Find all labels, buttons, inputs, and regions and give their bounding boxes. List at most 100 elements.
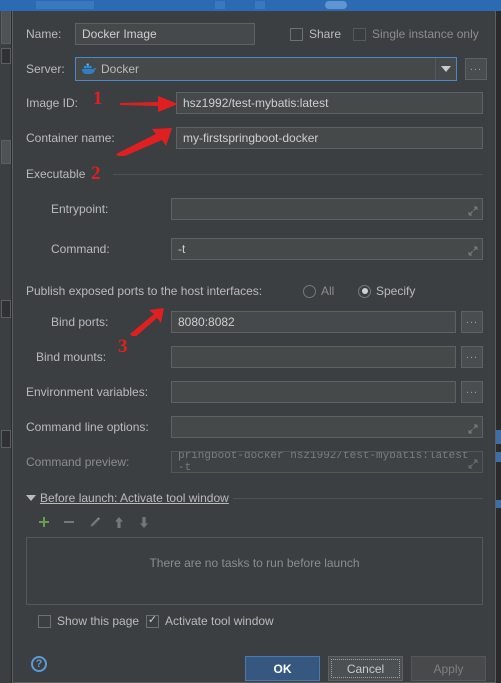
server-value: Docker (101, 62, 140, 76)
single-instance-checkbox-box (353, 27, 366, 41)
bind-mounts-input[interactable] (171, 346, 456, 368)
entrypoint-row: Entrypoint: (13, 198, 495, 220)
container-name-value: my-firstspringboot-docker (183, 131, 319, 145)
name-input[interactable]: Docker Image (75, 23, 255, 45)
command-line-options-input[interactable] (171, 416, 483, 438)
share-checkbox-box (290, 27, 303, 41)
radio-publish-all[interactable]: All (303, 284, 334, 298)
annotation-number-1: 1 (93, 88, 103, 109)
chevron-down-icon (26, 495, 36, 501)
annotation-number-2: 2 (91, 163, 101, 184)
expand-arrows-icon[interactable] (467, 245, 479, 257)
command-input[interactable]: -t (171, 238, 483, 260)
browse-button-label: ... (469, 60, 483, 73)
server-combobox[interactable]: Docker (75, 57, 457, 81)
before-launch-tasks-list[interactable]: There are no tasks to run before launch (26, 537, 483, 605)
image-id-row: Image ID: hsz1992/test-mybatis:latest (13, 92, 495, 114)
activate-tool-window-label: Activate tool window (165, 614, 274, 628)
help-icon-label: ? (35, 658, 43, 670)
container-name-input[interactable]: my-firstspringboot-docker (176, 127, 483, 149)
run-configuration-dialog: Name: Docker Image Share Single instance… (12, 11, 496, 683)
ide-left-toolbar-strip (0, 0, 12, 683)
entrypoint-input[interactable] (171, 198, 483, 220)
before-launch-header[interactable]: Before launch: Activate tool window (26, 491, 229, 505)
ide-strip-chip (1, 140, 11, 164)
command-row: Command: -t (13, 238, 495, 260)
expand-arrows-icon[interactable] (467, 423, 479, 435)
scrollbar-marker (496, 430, 501, 444)
add-task-button[interactable] (37, 515, 51, 529)
cancel-button[interactable]: Cancel (328, 656, 403, 681)
name-input-value: Docker Image (82, 27, 157, 41)
bind-mounts-browse-button[interactable]: ... (461, 346, 483, 368)
env-vars-row: Environment variables: ... (13, 381, 495, 403)
share-checkbox[interactable]: Share (290, 27, 341, 41)
activate-tool-window-checkbox[interactable]: ✓ Activate tool window (146, 614, 274, 628)
radio-publish-specify[interactable]: Specify (358, 284, 415, 298)
browse-button-label: ... (465, 348, 479, 361)
env-vars-input[interactable] (171, 381, 456, 403)
radio-all-label: All (321, 284, 335, 298)
expand-arrows-icon[interactable] (467, 458, 479, 470)
name-row: Name: Docker Image Share Single instance… (13, 23, 495, 45)
command-label: Command: (51, 242, 110, 256)
title-bar-item (325, 1, 347, 9)
env-vars-browse-button[interactable]: ... (461, 381, 483, 403)
command-preview-field: pringboot-docker hsz1992/test-mybatis:la… (171, 451, 483, 473)
container-name-label: Container name: (26, 131, 115, 145)
image-id-input[interactable]: hsz1992/test-mybatis:latest (176, 92, 483, 114)
help-button[interactable]: ? (31, 656, 47, 672)
expand-arrows-icon[interactable] (467, 205, 479, 217)
bind-ports-browse-button[interactable]: ... (461, 311, 483, 333)
ide-strip-chip (1, 300, 11, 318)
server-browse-button[interactable]: ... (465, 58, 487, 80)
apply-button[interactable]: Apply (411, 656, 486, 681)
ide-strip-chip (1, 48, 11, 64)
move-up-button (112, 515, 126, 529)
scrollbar-marker (496, 500, 501, 508)
command-preview-label: Command preview: (26, 455, 130, 469)
entrypoint-label: Entrypoint: (51, 202, 109, 216)
executable-group-label: Executable (26, 167, 86, 181)
ide-right-scrollbar-strip[interactable] (496, 0, 501, 683)
command-value: -t (178, 242, 186, 256)
bind-ports-value: 8080:8082 (178, 315, 235, 329)
show-this-page-checkbox[interactable]: Show this page (38, 614, 139, 628)
ide-strip-chip (1, 430, 11, 448)
bind-ports-input[interactable]: 8080:8082 (171, 311, 456, 333)
radio-selected-dot (361, 288, 368, 294)
before-launch-separator (233, 498, 483, 499)
bind-mounts-row: Bind mounts: ... (13, 346, 495, 368)
server-dropdown-arrow-button[interactable] (435, 58, 456, 80)
before-launch-empty-text: There are no tasks to run before launch (149, 556, 360, 570)
env-vars-label: Environment variables: (26, 385, 149, 399)
publish-ports-label: Publish exposed ports to the host interf… (26, 284, 263, 298)
single-instance-checkbox[interactable]: Single instance only (353, 27, 479, 41)
move-down-button (137, 515, 151, 529)
annotation-number-3: 3 (118, 336, 128, 357)
name-label: Name: (26, 27, 62, 41)
share-label: Share (309, 27, 342, 41)
command-preview-value: pringboot-docker hsz1992/test-mybatis:la… (178, 451, 469, 473)
before-launch-label: Before launch: Activate tool window (40, 491, 229, 505)
ok-button[interactable]: OK (245, 656, 320, 681)
show-this-page-label: Show this page (57, 614, 140, 628)
apply-button-label: Apply (433, 661, 464, 676)
container-name-row: Container name: my-firstspringboot-docke… (13, 127, 495, 149)
server-row: Server: Docker ... (13, 57, 495, 81)
browse-button-label: ... (465, 383, 479, 396)
window-title-bar (0, 0, 501, 11)
chevron-down-icon (441, 66, 451, 72)
image-id-value: hsz1992/test-mybatis:latest (183, 96, 329, 110)
title-bar-item (215, 1, 225, 9)
single-instance-label: Single instance only (372, 27, 479, 41)
remove-task-button (62, 515, 76, 529)
check-icon: ✓ (147, 614, 158, 626)
title-bar-item (255, 1, 265, 9)
command-line-options-row: Command line options: (13, 416, 495, 438)
edit-task-button (87, 515, 101, 529)
image-id-label: Image ID: (26, 96, 79, 110)
bind-ports-row: Bind ports: 8080:8082 ... (13, 311, 495, 333)
scrollbar-marker (496, 452, 501, 462)
ok-button-label: OK (273, 661, 292, 676)
